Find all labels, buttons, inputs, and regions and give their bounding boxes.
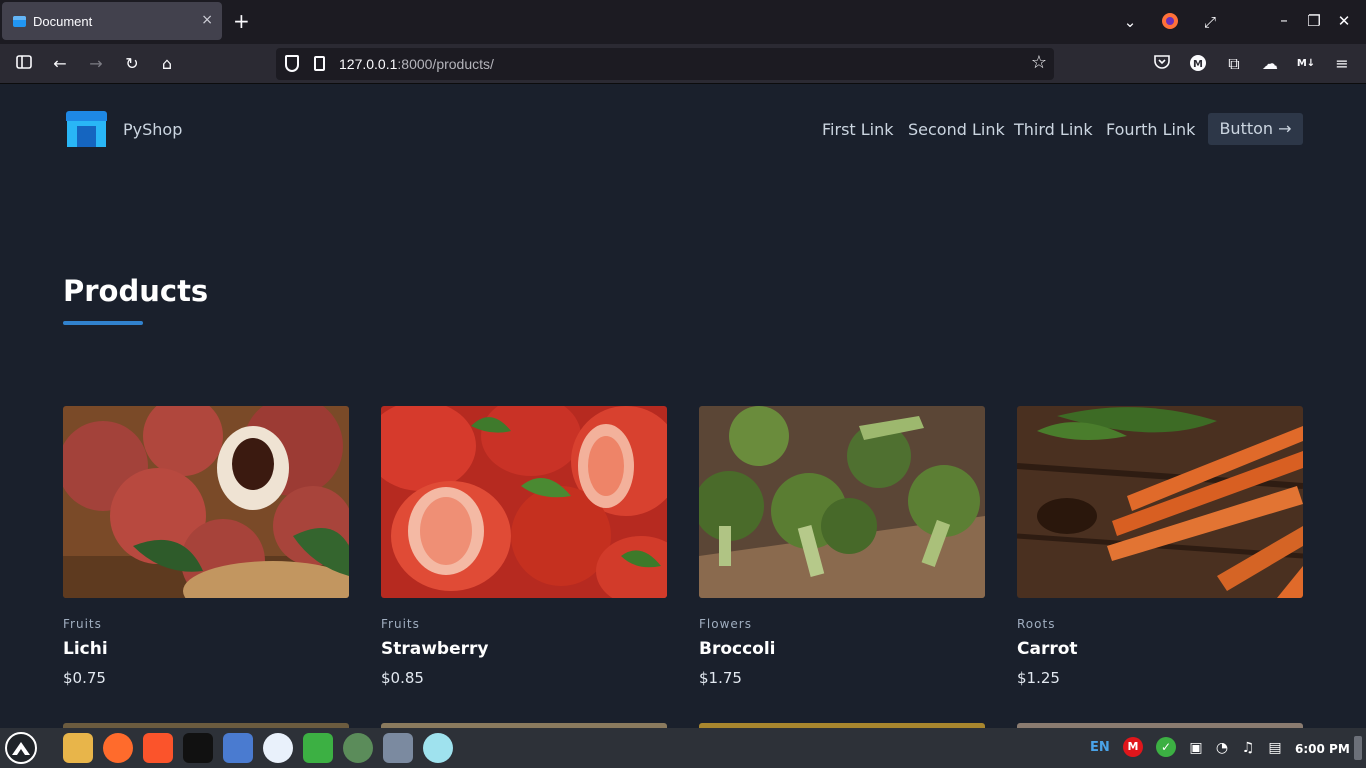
brave-icon[interactable]: [143, 733, 173, 763]
svg-text:M: M: [1193, 59, 1203, 70]
files-icon[interactable]: [63, 733, 93, 763]
browser-tab[interactable]: Document ×: [2, 2, 222, 40]
minimize-icon[interactable]: –: [1273, 11, 1295, 29]
firefox-taskbar-icon[interactable]: [103, 733, 133, 763]
back-icon[interactable]: ←: [49, 54, 71, 74]
battery-icon[interactable]: ▤: [1266, 739, 1284, 757]
product-card[interactable]: Fruits Lichi $0.75: [63, 406, 349, 687]
navigation-toolbar: ← → ↻ ⌂ 127.0.0.1:8000/products/ ☆ M ⧉ ☁…: [0, 44, 1366, 84]
nav-link-fourth[interactable]: Fourth Link: [1106, 120, 1195, 139]
nav-link-second[interactable]: Second Link: [908, 120, 1005, 139]
bookmark-star-icon[interactable]: ☆: [1031, 53, 1047, 73]
home-icon[interactable]: ⌂: [156, 54, 178, 74]
page-title: Products: [63, 274, 209, 308]
wifi-icon[interactable]: ◔: [1213, 739, 1231, 757]
tab-title: Document: [33, 14, 93, 29]
url-path: :8000/products/: [397, 56, 494, 72]
title-underline: [63, 321, 143, 325]
nav-link-third[interactable]: Third Link: [1014, 120, 1093, 139]
nav-link-first[interactable]: First Link: [822, 120, 894, 139]
product-card[interactable]: Fruits Strawberry $0.85: [381, 406, 667, 687]
url-text[interactable]: 127.0.0.1:8000/products/: [339, 56, 494, 72]
product-price: $1.75: [699, 669, 742, 687]
product-image[interactable]: [699, 406, 985, 598]
product-name[interactable]: Lichi: [63, 639, 349, 659]
mega-icon[interactable]: M: [1123, 737, 1143, 757]
tracking-shield-icon[interactable]: [285, 55, 299, 72]
list-all-tabs-icon[interactable]: ⌄: [1119, 13, 1141, 31]
firefox-icon[interactable]: [1159, 12, 1181, 34]
fullscreen-icon[interactable]: ⤢: [1199, 13, 1221, 31]
terminal-icon[interactable]: [183, 733, 213, 763]
keys-icon[interactable]: [303, 733, 333, 763]
product-name[interactable]: Carrot: [1017, 639, 1303, 659]
bookmark-app-icon[interactable]: [383, 733, 413, 763]
taskbar: EN M ✓ ▣ ◔ ♫ ▤ 6:00 PM: [0, 728, 1366, 768]
account-icon[interactable]: M: [1187, 54, 1209, 74]
url-host: 127.0.0.1: [339, 56, 398, 72]
extensions-icon[interactable]: ⧉: [1223, 54, 1245, 74]
language-indicator[interactable]: EN: [1090, 739, 1110, 757]
extension-cloud-icon[interactable]: ☁: [1259, 54, 1281, 74]
product-price: $1.25: [1017, 669, 1060, 687]
mail-icon[interactable]: [223, 733, 253, 763]
restore-icon[interactable]: ❐: [1303, 12, 1325, 30]
forward-icon[interactable]: →: [85, 54, 107, 74]
reload-icon[interactable]: ↻: [121, 54, 143, 74]
pocket-icon[interactable]: [1151, 54, 1173, 74]
clipboard-icon[interactable]: ▣: [1188, 739, 1204, 757]
sidebar-icon[interactable]: [13, 54, 35, 74]
page-content: PyShop First Link Second Link Third Link…: [0, 85, 1366, 728]
android-icon[interactable]: [343, 733, 373, 763]
product-price: $0.85: [381, 669, 424, 687]
header-button[interactable]: Button →: [1208, 113, 1303, 145]
product-category: Fruits: [63, 617, 102, 631]
store-favicon-icon: [13, 16, 26, 27]
product-category: Fruits: [381, 617, 420, 631]
new-tab-icon[interactable]: +: [233, 9, 250, 33]
product-image[interactable]: [381, 406, 667, 598]
music-icon[interactable]: ♫: [1240, 739, 1256, 757]
tab-close-icon[interactable]: ×: [201, 12, 213, 28]
sync-ok-icon[interactable]: ✓: [1156, 737, 1176, 757]
product-name[interactable]: Broccoli: [699, 639, 985, 659]
product-image[interactable]: [63, 406, 349, 598]
tab-strip: Document × + ⌄ ⤢ – ❐ ✕: [0, 0, 1366, 44]
show-desktop-button[interactable]: [1354, 736, 1362, 760]
site-brand[interactable]: PyShop: [123, 120, 182, 139]
product-category: Roots: [1017, 617, 1056, 631]
address-bar[interactable]: 127.0.0.1:8000/products/ ☆: [276, 48, 1054, 80]
markdown-extension-icon[interactable]: M↓: [1295, 54, 1317, 74]
clock[interactable]: 6:00 PM: [1295, 740, 1350, 758]
product-category: Flowers: [699, 617, 752, 631]
product-name[interactable]: Strawberry: [381, 639, 667, 659]
store-logo-icon[interactable]: [66, 111, 107, 147]
page-info-icon[interactable]: [314, 56, 325, 71]
product-image[interactable]: [1017, 406, 1303, 598]
start-menu-icon[interactable]: [5, 732, 37, 764]
product-price: $0.75: [63, 669, 106, 687]
electron-icon[interactable]: [423, 733, 453, 763]
vscodium-icon[interactable]: [263, 733, 293, 763]
product-card[interactable]: Roots Carrot $1.25: [1017, 406, 1303, 687]
window-close-icon[interactable]: ✕: [1333, 12, 1355, 30]
product-card[interactable]: Flowers Broccoli $1.75: [699, 406, 985, 687]
app-menu-icon[interactable]: ≡: [1331, 54, 1353, 74]
